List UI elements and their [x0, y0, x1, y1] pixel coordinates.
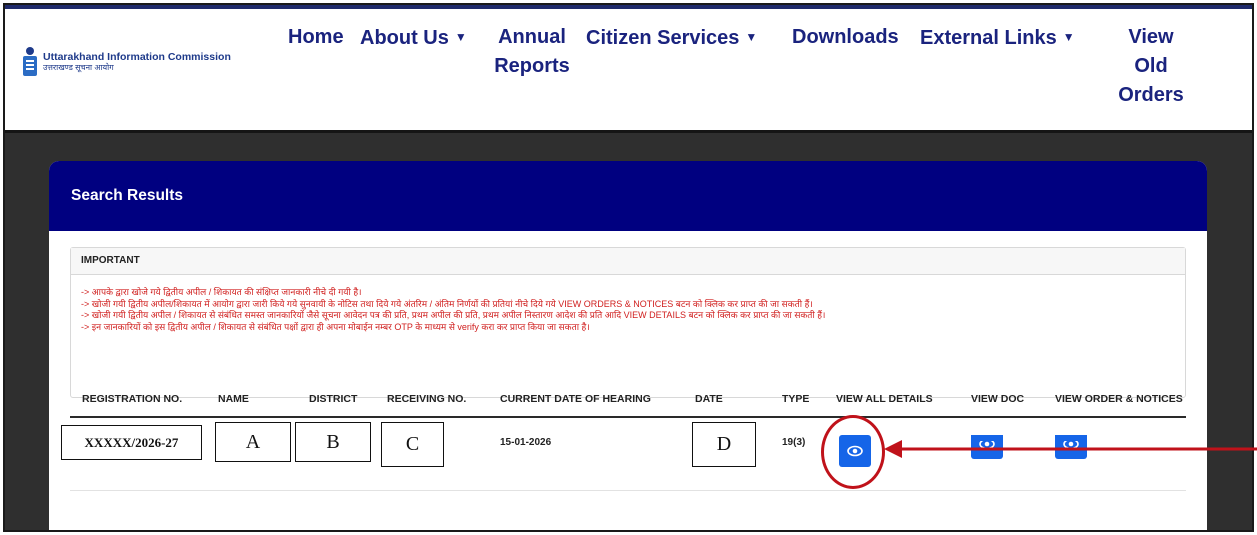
notice-line-1: -> आपके द्वारा खोजे गये द्वितीय अपील / श… — [81, 287, 362, 297]
th-receiving-no: RECEIVING NO. — [387, 393, 467, 405]
th-name: NAME — [218, 393, 249, 405]
site-logo[interactable]: Uttarakhand Information Commission उत्तर… — [23, 47, 231, 77]
nav-citizen-services-label: Citizen Services — [586, 27, 740, 49]
nav-view-old-orders-line3: Orders — [1118, 84, 1184, 106]
nav-home[interactable]: Home — [288, 23, 344, 52]
nav-external-links-label: External Links — [920, 27, 1057, 49]
nav-downloads-label: Downloads — [792, 26, 899, 48]
search-results-card: Search Results IMPORTANT -> आपके द्वारा … — [49, 161, 1207, 530]
cell-current-date-of-hearing: 15-01-2026 — [500, 437, 552, 448]
site-header: Uttarakhand Information Commission उत्तर… — [5, 5, 1252, 133]
notice-line-4: -> इन जानकारियों को इस द्वितीय अपील / शि… — [81, 321, 590, 332]
th-view-doc: VIEW DOC — [971, 393, 1025, 405]
nav-about-us[interactable]: About Us ▼ — [360, 23, 467, 53]
th-view-order-notices: VIEW ORDER & NOTICES — [1055, 393, 1183, 405]
nav-view-old-orders[interactable]: View Old Orders — [1111, 23, 1191, 110]
cell-registration-no: XXXXX/2026-27 — [61, 425, 202, 460]
chevron-down-icon: ▼ — [1062, 30, 1075, 44]
logo-name-english: Uttarakhand Information Commission — [43, 51, 231, 63]
nav-external-links[interactable]: External Links ▼ — [920, 23, 1075, 53]
nav-view-old-orders-line2: Old — [1134, 55, 1168, 77]
table-row-divider — [70, 490, 1186, 491]
chevron-down-icon: ▼ — [745, 30, 758, 44]
nav-downloads[interactable]: Downloads — [792, 23, 899, 52]
th-district: DISTRICT — [309, 393, 358, 405]
th-type: TYPE — [782, 393, 810, 405]
table-header: REGISTRATION NO. NAME DISTRICT RECEIVING… — [49, 393, 1207, 417]
nav-annual-reports[interactable]: Annual Reports — [490, 23, 574, 81]
th-current-date-of-hearing: CURRENT DATE OF HEARING — [500, 393, 651, 405]
notice-line-3: -> खोजी गयी द्वितीय अपील / शिकायत से संब… — [81, 310, 826, 320]
notice-line-2: -> खोजी गयी द्वितीय अपील/शिकायत में आयोग… — [81, 298, 813, 309]
th-date: DATE — [695, 393, 723, 405]
header-top-strip — [5, 5, 1252, 9]
nav-about-us-label: About Us — [360, 27, 449, 49]
cell-receiving-no: C — [381, 422, 444, 467]
nav-annual-reports-line2: Reports — [494, 55, 570, 77]
important-heading: IMPORTANT — [71, 248, 1185, 275]
nav-citizen-services[interactable]: Citizen Services ▼ — [586, 23, 757, 53]
th-view-all-details: VIEW ALL DETAILS — [836, 393, 933, 405]
logo-name-hindi: उत्तराखण्ड सूचना आयोग — [43, 63, 114, 72]
card-title: Search Results — [49, 161, 1207, 231]
cell-date: D — [692, 422, 756, 467]
cell-name: A — [215, 422, 291, 462]
cell-type: 19(3) — [782, 437, 806, 448]
cell-district: B — [295, 422, 371, 462]
annotation-circle — [821, 415, 885, 489]
annotation-arrow — [884, 440, 1257, 458]
nav-home-label: Home — [288, 26, 344, 48]
logo-icon — [23, 47, 37, 77]
th-registration-no: REGISTRATION NO. — [82, 393, 183, 405]
important-notice: IMPORTANT -> आपके द्वारा खोजे गये द्विती… — [70, 247, 1186, 398]
chevron-down-icon: ▼ — [454, 30, 467, 44]
nav-annual-reports-line1: Annual — [498, 26, 566, 48]
nav-view-old-orders-line1: View — [1128, 26, 1174, 48]
table-header-divider — [70, 416, 1186, 418]
